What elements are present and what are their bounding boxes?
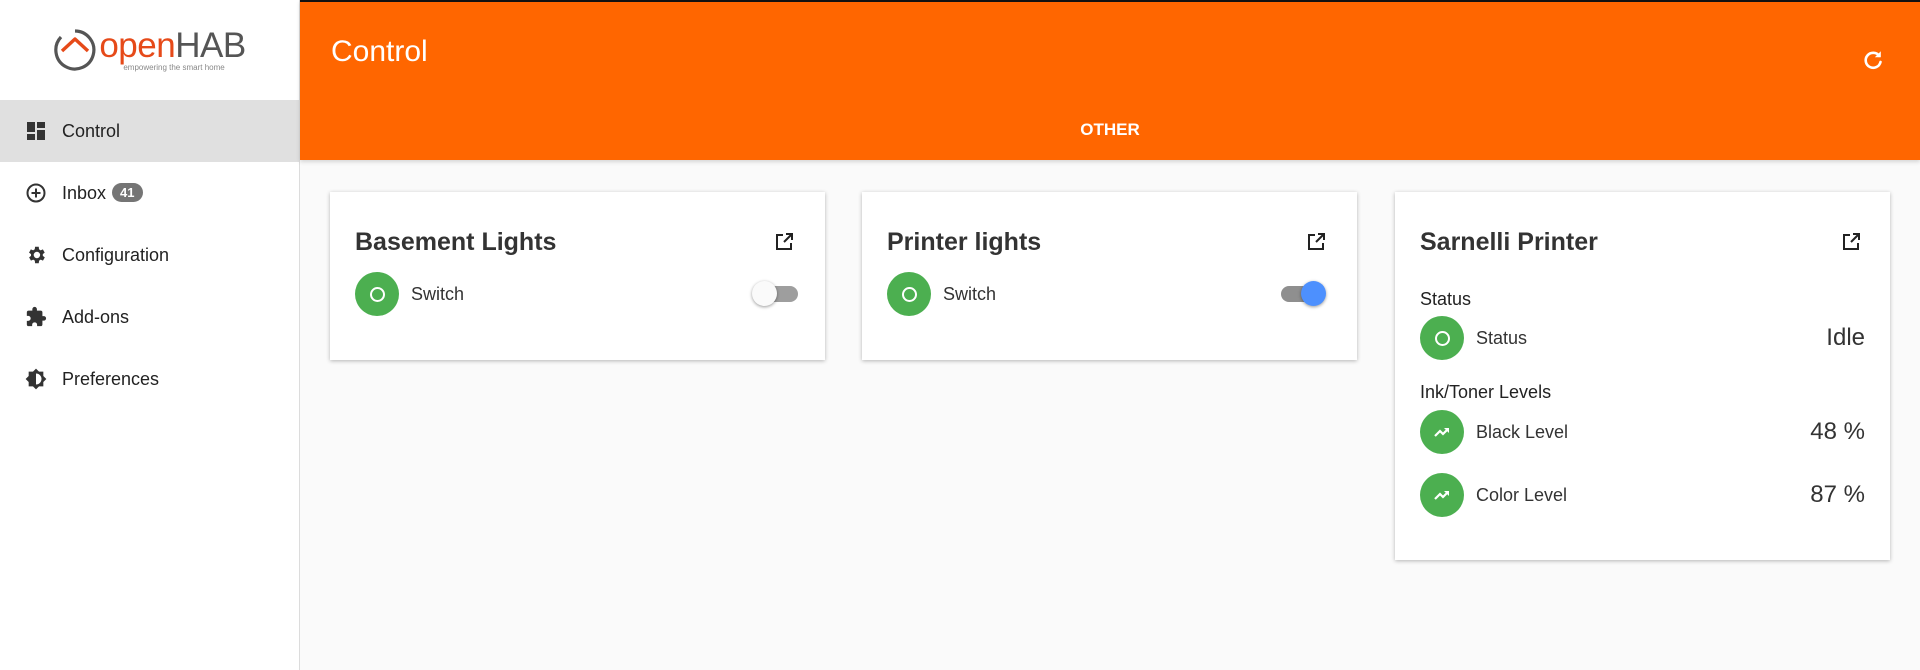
- open-in-new-icon: [1308, 233, 1325, 250]
- inbox-count-badge: 41: [112, 182, 143, 202]
- inbox-label: Inbox: [62, 182, 107, 203]
- open-card-button[interactable]: [773, 231, 795, 253]
- status-icon: [1420, 316, 1464, 360]
- logo-title: openHAB: [99, 26, 246, 65]
- card-title: Sarnelli Printer: [1420, 228, 1598, 256]
- sidebar-item-label: Add-ons: [62, 306, 130, 327]
- add-circle-icon: [25, 182, 47, 204]
- gear-icon: [25, 244, 47, 266]
- trending-up-icon: [1420, 410, 1464, 454]
- card-title: Printer lights: [887, 228, 1042, 256]
- refresh-button[interactable]: [1860, 47, 1886, 73]
- item-row-black-level: Black Level 48 %: [1420, 410, 1865, 454]
- dashboard-icon: [25, 120, 47, 142]
- sidebar-item-control[interactable]: Control: [0, 100, 299, 162]
- item-label: Black Level: [1476, 421, 1569, 442]
- item-row-switch: Switch: [887, 272, 1332, 316]
- item-row-status: Status Idle: [1420, 316, 1865, 360]
- sidebar-item-preferences[interactable]: Preferences: [0, 348, 299, 410]
- open-card-button[interactable]: [1305, 231, 1327, 253]
- sidebar-item-label: Configuration: [62, 244, 170, 265]
- open-in-new-icon: [776, 233, 793, 250]
- card-printer-lights: Printer lights Switch: [862, 192, 1357, 360]
- sidebar-item-configuration[interactable]: Configuration: [0, 224, 299, 286]
- item-row-color-level: Color Level 87 %: [1420, 473, 1865, 517]
- item-label: Status: [1476, 327, 1528, 348]
- sidebar: openHAB empowering the smart home Contro…: [0, 0, 300, 670]
- item-label: Color Level: [1476, 484, 1568, 505]
- color-level-value: 87 %: [1810, 481, 1865, 508]
- refresh-icon: [1864, 51, 1882, 70]
- sidebar-item-label: Preferences: [62, 368, 160, 389]
- switch-toggle-on[interactable]: [1279, 278, 1326, 310]
- item-label: Switch: [411, 283, 465, 304]
- puzzle-icon: [25, 306, 47, 328]
- black-level-value: 48 %: [1810, 418, 1865, 445]
- openhab-logo-icon: [54, 29, 96, 71]
- tab-other[interactable]: OTHER: [300, 120, 1920, 140]
- trending-up-icon: [1420, 473, 1464, 517]
- logo[interactable]: openHAB empowering the smart home: [0, 0, 299, 100]
- card-sarnelli-printer: Sarnelli Printer Status Status Idle Ink/…: [1395, 192, 1890, 560]
- item-label: Switch: [943, 283, 997, 304]
- brightness-icon: [25, 368, 47, 390]
- app-header: Control OTHER: [300, 0, 1920, 160]
- item-row-switch: Switch: [355, 272, 800, 316]
- logo-hab-text: HAB: [175, 26, 246, 65]
- sidebar-item-label: Control: [62, 120, 121, 141]
- page-title: Control: [331, 35, 428, 68]
- sidebar-item-addons[interactable]: Add-ons: [0, 286, 299, 348]
- tab-label: OTHER: [1080, 120, 1140, 139]
- open-in-new-icon: [1843, 233, 1860, 250]
- logo-mark: openHAB empowering the smart home: [53, 26, 246, 72]
- card-title: Basement Lights: [355, 228, 557, 256]
- switch-toggle-off[interactable]: [752, 278, 800, 310]
- section-label-status: Status: [1420, 289, 1472, 309]
- status-value: Idle: [1826, 324, 1865, 351]
- sidebar-item-inbox[interactable]: Inbox 41: [0, 162, 299, 224]
- switch-status-icon: [355, 272, 399, 316]
- switch-status-icon: [887, 272, 931, 316]
- open-card-button[interactable]: [1840, 231, 1862, 253]
- section-label-ink-toner: Ink/Toner Levels: [1420, 382, 1552, 402]
- logo-tagline: empowering the smart home: [123, 63, 225, 72]
- sidebar-item-label: Inbox 41: [62, 182, 143, 204]
- logo-open-text: open: [99, 26, 176, 65]
- card-basement-lights: Basement Lights Switch: [330, 192, 825, 360]
